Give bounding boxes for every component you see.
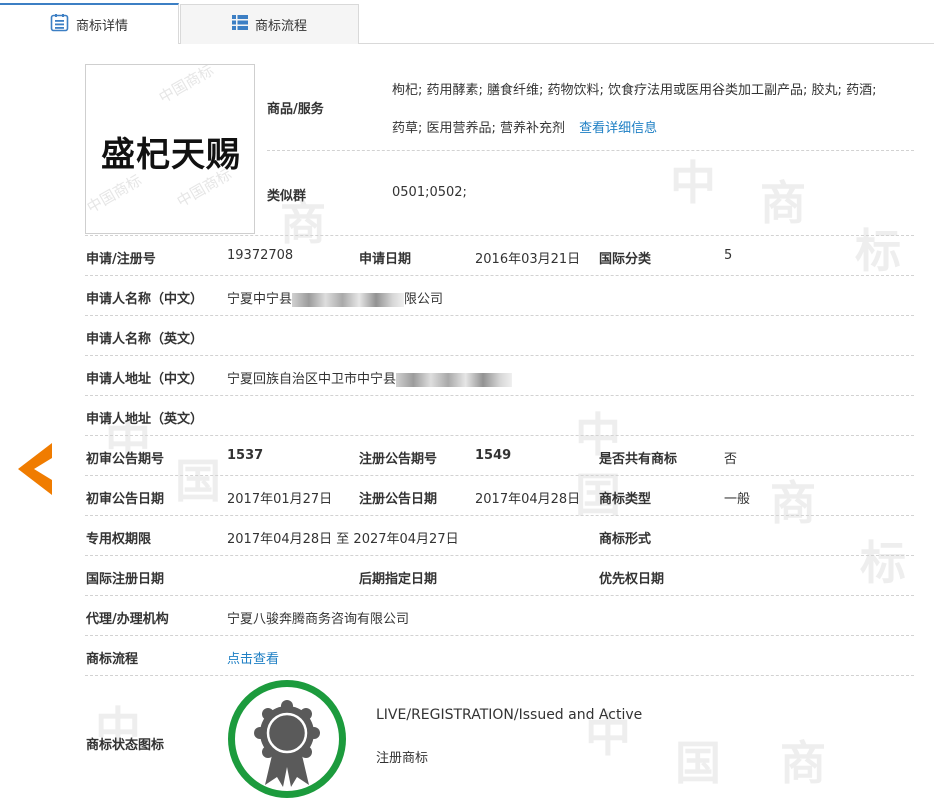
address-cn-label: 申请人地址（中文） — [86, 372, 204, 387]
tab-label: 商标流程 — [254, 19, 307, 34]
tm-form-label: 商标形式 — [599, 532, 652, 547]
tab-trademark-process[interactable]: 商标流程 — [180, 4, 359, 44]
reg-pub-no-label: 注册公告期号 — [359, 452, 438, 467]
divider — [85, 475, 914, 476]
status-cn-text: 注册商标 — [376, 751, 429, 766]
tm-flow-label: 商标流程 — [86, 652, 139, 667]
similar-group-label: 类似群 — [267, 189, 307, 204]
trademark-detail-panel: 中国商标 中国商标 中国商标 盛杞天赐 商品/服务 枸杞; 药用酵素; 膳食纤维… — [0, 0, 934, 798]
divider — [267, 150, 914, 151]
redacted-text — [292, 292, 405, 307]
prelim-no-value: 1537 — [227, 448, 264, 463]
apply-date-value: 2016年03月21日 — [475, 252, 581, 267]
prelim-date-value: 2017年01月27日 — [227, 492, 333, 507]
address-cn-value: 宁夏回族自治区中卫市中宁县 — [227, 368, 513, 387]
intl-class-label: 国际分类 — [599, 252, 652, 267]
status-icon-label: 商标状态图标 — [86, 738, 165, 753]
goods-services-label: 商品/服务 — [267, 102, 324, 117]
trademark-logo-text: 盛杞天赐 — [101, 135, 241, 175]
address-en-label: 申请人地址（英文） — [86, 412, 204, 427]
later-date-label: 后期指定日期 — [359, 572, 438, 587]
trademark-image: 中国商标 中国商标 中国商标 盛杞天赐 — [85, 64, 255, 234]
logo-watermark: 中国商标 — [155, 64, 217, 107]
reg-pub-date-value: 2017年04月28日 — [475, 492, 581, 507]
applicant-cn-suffix: 限公司 — [404, 292, 444, 307]
tab-label: 商标详情 — [75, 19, 128, 34]
prelim-no-label: 初审公告期号 — [86, 452, 165, 467]
shared-tm-label: 是否共有商标 — [599, 452, 678, 467]
shared-tm-value: 否 — [724, 452, 738, 467]
tab-bar: 商标详情 商标流程 — [0, 0, 934, 44]
divider — [85, 675, 914, 676]
reg-pub-date-label: 注册公告日期 — [359, 492, 438, 507]
tab-trademark-details[interactable]: 商标详情 — [0, 3, 179, 44]
divider — [85, 275, 914, 276]
intl-reg-date-label: 国际注册日期 — [86, 572, 165, 587]
view-details-link[interactable]: 查看详细信息 — [579, 121, 657, 136]
applicant-en-label: 申请人名称（英文） — [86, 332, 204, 347]
goods-services-text: 药草; 医用营养品; 营养补充剂 — [392, 121, 566, 136]
exclusive-period-label: 专用权期限 — [86, 532, 152, 547]
address-cn-prefix: 宁夏回族自治区中卫市中宁县 — [227, 372, 397, 387]
similar-group-value: 0501;0502; — [392, 185, 467, 200]
divider — [85, 515, 914, 516]
reg-no-label: 申请/注册号 — [86, 252, 156, 267]
divider — [85, 635, 914, 636]
document-list-icon — [50, 13, 69, 36]
exclusive-period-value: 2017年04月28日 至 2027年04月27日 — [227, 532, 459, 547]
registered-status-icon — [228, 680, 346, 798]
tm-type-value: 一般 — [724, 492, 751, 507]
status-en-text: LIVE/REGISTRATION/Issued and Active — [376, 707, 643, 723]
divider — [85, 235, 914, 236]
tm-type-label: 商标类型 — [599, 492, 652, 507]
divider — [85, 435, 914, 436]
logo-watermark: 中国商标 — [85, 171, 145, 217]
applicant-cn-label: 申请人名称（中文） — [86, 292, 204, 307]
divider — [85, 555, 914, 556]
intl-class-value: 5 — [724, 248, 733, 263]
applicant-cn-prefix: 宁夏中宁县 — [227, 292, 293, 307]
agent-label: 代理/办理机构 — [86, 612, 169, 627]
goods-services-line2: 药草; 医用营养品; 营养补充剂 查看详细信息 — [392, 117, 657, 136]
grid-list-icon — [231, 15, 248, 34]
priority-date-label: 优先权日期 — [599, 572, 665, 587]
divider — [85, 315, 914, 316]
divider — [85, 395, 914, 396]
divider — [85, 595, 914, 596]
apply-date-label: 申请日期 — [359, 252, 412, 267]
reg-no-value: 19372708 — [227, 248, 294, 263]
redacted-text — [396, 372, 513, 387]
chevron-left-icon[interactable] — [18, 443, 54, 495]
goods-services-line1: 枸杞; 药用酵素; 膳食纤维; 药物饮料; 饮食疗法用或医用谷类加工副产品; 胶… — [392, 83, 877, 98]
agent-value: 宁夏八骏奔腾商务咨询有限公司 — [227, 612, 410, 627]
applicant-cn-value: 宁夏中宁县 限公司 — [227, 288, 443, 307]
reg-pub-no-value: 1549 — [475, 448, 512, 463]
tm-flow-link[interactable]: 点击查看 — [227, 648, 279, 667]
divider — [85, 355, 914, 356]
prelim-date-label: 初审公告日期 — [86, 492, 165, 507]
